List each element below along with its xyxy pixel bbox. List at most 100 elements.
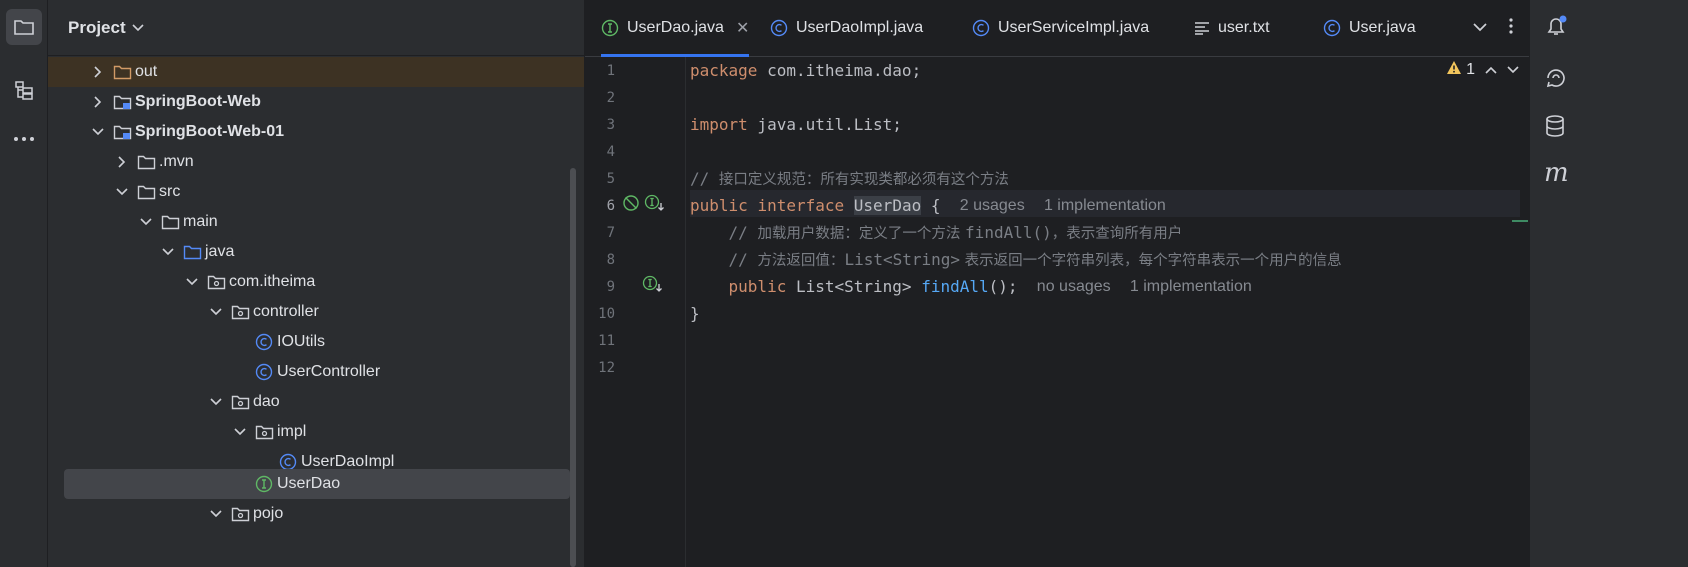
tree-item-src[interactable]: src <box>48 177 584 207</box>
tree-item-out[interactable]: out <box>48 57 584 87</box>
chevron-down-icon[interactable] <box>114 184 130 200</box>
code-line-9: public List<String> findAll (); no usages… <box>728 277 1252 296</box>
text-file-icon <box>1194 21 1210 35</box>
package-icon <box>230 505 250 523</box>
tab-label: user.txt <box>1218 19 1270 36</box>
chevron-down-icon[interactable] <box>1507 61 1519 79</box>
more-vertical-icon[interactable] <box>1509 17 1513 39</box>
project-panel: Project out SpringBoot-Web SpringBoot-We… <box>48 0 585 567</box>
right-tool-strip: m <box>1529 0 1688 567</box>
chevron-right-icon[interactable] <box>90 64 106 80</box>
tree-item-controller[interactable]: controller <box>48 297 584 327</box>
tree-item-label: IOUtils <box>277 333 325 350</box>
no-bean-icon[interactable] <box>622 194 640 217</box>
chevron-up-icon[interactable] <box>1485 61 1497 79</box>
tab-user-txt[interactable]: user.txt <box>1194 0 1270 56</box>
tree-item-label: main <box>183 213 218 230</box>
tree-item-userdao[interactable]: UserDao <box>64 469 570 499</box>
implementation-hint[interactable]: 1 implementation <box>1044 197 1166 215</box>
editor-tab-bar: UserDao.java ✕ UserDaoImpl.java UserServ… <box>585 0 1529 57</box>
tree-item-label: UserDao <box>277 475 341 492</box>
tree-item-usercontroller[interactable]: UserController <box>48 357 584 387</box>
tree-item-impl[interactable]: impl <box>48 417 584 447</box>
line-number: 8 <box>606 252 615 268</box>
folder-icon <box>136 153 156 171</box>
tree-item-ioutils[interactable]: IOUtils <box>48 327 584 357</box>
tree-item-label: java <box>205 243 235 260</box>
tree-item-label: SpringBoot-Web-01 <box>135 123 285 140</box>
line-number: 5 <box>606 171 615 187</box>
usages-hint[interactable]: no usages <box>1037 278 1111 296</box>
ai-assistant-icon[interactable] <box>1544 66 1568 93</box>
chevron-right-icon[interactable] <box>114 154 130 170</box>
chevron-down-icon[interactable] <box>208 506 224 522</box>
notifications-icon[interactable] <box>1544 14 1568 43</box>
project-folder-icon[interactable] <box>6 9 42 45</box>
line-number: 6 <box>606 198 615 214</box>
tree-item-main[interactable]: main <box>48 207 584 237</box>
chevron-right-icon[interactable] <box>90 94 106 110</box>
implemented-icon[interactable] <box>644 194 666 217</box>
tree-item-com-itheima[interactable]: com.itheima <box>48 267 584 297</box>
tree-item-label: src <box>159 183 181 200</box>
chevron-down-icon[interactable] <box>208 304 224 320</box>
class-icon <box>254 333 274 351</box>
tree-scrollbar[interactable] <box>570 168 576 567</box>
tab-userdaoimpl-java[interactable]: UserDaoImpl.java <box>770 0 923 56</box>
interface-icon <box>601 19 619 37</box>
editor-gutter: 1 2 3 4 5 6 7 8 9 10 11 12 <box>585 57 686 567</box>
line-number: 1 <box>606 63 615 79</box>
inspection-widget[interactable]: 1 <box>1446 60 1519 80</box>
close-icon[interactable]: ✕ <box>736 18 749 38</box>
chevron-down-icon[interactable] <box>232 424 248 440</box>
implemented-icon[interactable] <box>642 275 664 298</box>
tab-label: User.java <box>1349 19 1416 36</box>
project-panel-header[interactable]: Project <box>48 0 584 56</box>
class-icon <box>770 19 788 37</box>
code-line-3: import java.util.List; <box>690 115 902 134</box>
left-tool-strip <box>0 0 48 567</box>
usages-hint[interactable]: 2 usages <box>960 197 1025 215</box>
code-line-8: // 方法返回值： List<String> 表示返回一个字符串列表，每个字符串表… <box>728 250 1342 269</box>
gutter-icons-line-6 <box>622 194 666 217</box>
chevron-down-icon[interactable] <box>160 244 176 260</box>
tree-item-dao[interactable]: dao <box>48 387 584 417</box>
chevron-down-icon[interactable] <box>1473 19 1487 37</box>
tree-item-springboot-web-01[interactable]: SpringBoot-Web-01 <box>48 117 584 147</box>
tree-item-java[interactable]: java <box>48 237 584 267</box>
more-icon[interactable] <box>6 121 42 157</box>
package-icon <box>230 393 250 411</box>
structure-icon[interactable] <box>6 72 42 108</box>
tab-userserviceimpl-java[interactable]: UserServiceImpl.java <box>972 0 1149 56</box>
module-folder-icon <box>112 93 132 111</box>
database-icon[interactable] <box>1544 114 1566 143</box>
chevron-down-icon[interactable] <box>184 274 200 290</box>
code-line-10: } <box>690 304 700 323</box>
implementation-hint[interactable]: 1 implementation <box>1130 278 1252 296</box>
tree-item-label: .mvn <box>159 153 194 170</box>
tree-item-label: impl <box>277 423 307 440</box>
source-folder-icon <box>182 243 202 261</box>
chevron-down-icon[interactable] <box>132 20 144 35</box>
tab-user-java[interactable]: User.java <box>1323 0 1416 56</box>
tab-userdao-java[interactable]: UserDao.java ✕ <box>601 0 750 57</box>
tab-label: UserDaoImpl.java <box>796 19 924 36</box>
tree-item-label: pojo <box>253 505 284 522</box>
line-number: 9 <box>606 279 615 295</box>
editor: UserDao.java ✕ UserDaoImpl.java UserServ… <box>585 0 1529 567</box>
tree-item-label: dao <box>253 393 280 410</box>
tree-item-mvn[interactable]: .mvn <box>48 147 584 177</box>
line-number: 7 <box>606 225 615 241</box>
folder-icon <box>136 183 156 201</box>
interface-icon <box>254 475 274 493</box>
code-area[interactable]: package com.itheima.dao; import java.uti… <box>690 57 1520 567</box>
tree-item-springboot-web[interactable]: SpringBoot-Web <box>48 87 584 117</box>
tree-item-pojo[interactable]: pojo <box>48 499 584 529</box>
chevron-down-icon[interactable] <box>90 124 106 140</box>
warning-count: 1 <box>1466 61 1475 78</box>
package-icon <box>206 273 226 291</box>
maven-icon[interactable]: m <box>1544 158 1569 188</box>
chevron-down-icon[interactable] <box>138 214 154 230</box>
line-number: 4 <box>606 144 615 160</box>
chevron-down-icon[interactable] <box>208 394 224 410</box>
